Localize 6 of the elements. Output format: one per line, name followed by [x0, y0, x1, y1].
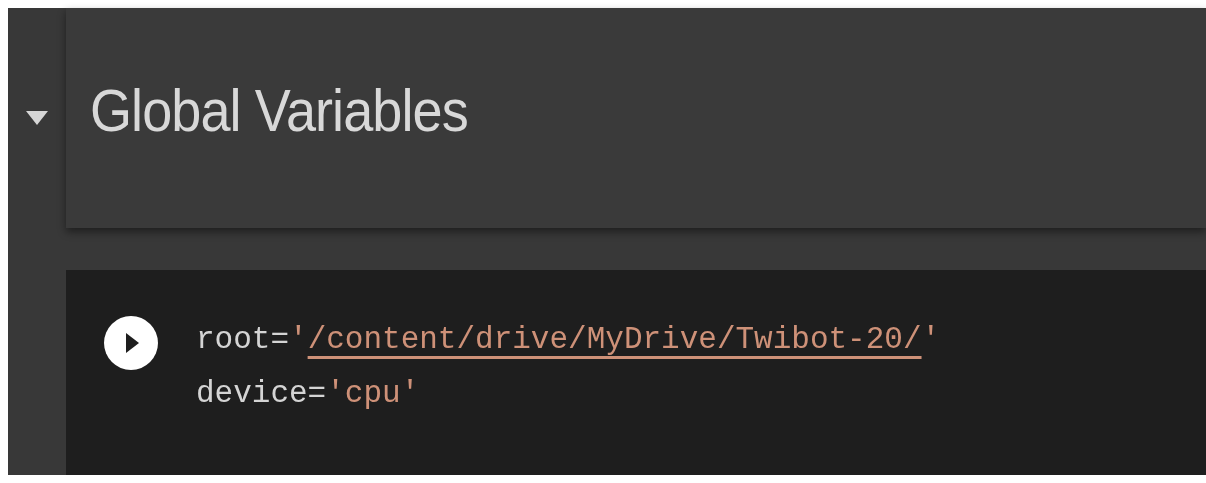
code-line: device='cpu': [196, 375, 421, 413]
run-button-icon[interactable]: [104, 316, 158, 370]
collapse-arrow-icon[interactable]: [26, 111, 48, 125]
code-line: root='/content/drive/MyDrive/Twibot-20/': [196, 321, 941, 359]
section-heading: Global Variables: [90, 81, 468, 141]
path-link[interactable]: /content/drive/MyDrive/Twibot-20/: [307, 322, 922, 357]
